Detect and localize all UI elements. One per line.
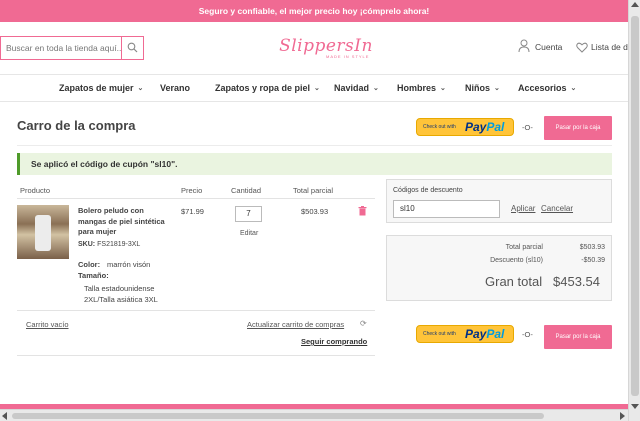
trash-icon[interactable] [358,206,367,216]
nav-label: Hombres [397,83,437,93]
nav-label: Navidad [334,83,370,93]
search-icon [127,42,138,53]
paypal-brand-b: Pal [486,327,505,341]
account-label: Cuenta [535,42,563,52]
col-header-price: Precio [181,186,203,195]
nav-item-accesorios[interactable]: Accesorios ⌄ [518,83,576,93]
discount-box: Códigos de descuento sl10 Aplicar Cancel… [386,179,612,223]
chevron-down-icon: ⌄ [373,85,379,92]
nav-label: Niños [465,83,491,93]
item-divider [17,310,375,311]
search-button[interactable] [121,37,143,59]
divider [17,145,612,146]
quantity-input[interactable]: 7 [235,206,262,222]
color-label: Color: [78,260,101,269]
paypal-brand-b: Pal [486,120,505,134]
scroll-thumb[interactable] [631,16,639,396]
nav-label: Verano [160,83,191,93]
size-value-1: Talla estadounidense [84,284,155,293]
sku-label: SKU: [78,241,96,248]
nav-item-zapatos-mujer[interactable]: Zapatos de mujer ⌄ [59,83,143,93]
paypal-brand-a: Pay [465,327,487,341]
product-sku: SKU: FS21819-3XL [78,241,140,248]
nav-item-verano[interactable]: Verano [160,83,190,93]
update-cart-link[interactable]: Actualizar carrito de compras [247,320,344,329]
sku-value: FS21819-3XL [97,241,141,248]
item-subtotal: $503.93 [301,207,329,216]
nav-label: Zapatos y ropa de piel [215,83,311,93]
paypal-logo: PayPal [465,120,504,134]
grand-total-label: Gran total [485,274,543,289]
scroll-down-icon[interactable] [631,404,639,409]
page-title: Carro de la compra [17,118,136,133]
horizontal-scrollbar[interactable] [0,409,628,421]
apply-discount-link[interactable]: Aplicar [511,204,535,213]
nav-label: Accesorios [518,83,567,93]
or-separator: -O- [522,330,533,339]
continue-shopping-link[interactable]: Seguir comprando [301,337,367,346]
item-price: $71.99 [181,207,204,216]
grand-total-value: $453.54 [553,274,600,289]
totals-box: Total parcial $503.93 Descuento (sl10) -… [386,235,612,301]
size-label: Tamaño: [78,271,109,280]
col-header-product: Producto [20,186,51,195]
logo-text: SlippersIn [279,36,373,56]
paypal-prefix: Check out with [423,331,456,337]
cancel-discount-link[interactable]: Cancelar [541,204,573,213]
paypal-checkout-button-bottom[interactable]: Check out with PayPal [416,325,514,343]
chevron-down-icon: ⌄ [494,85,500,92]
col-header-qty: Cantidad [231,186,262,195]
scroll-left-icon[interactable] [2,412,7,420]
chevron-down-icon: ⌄ [314,85,320,92]
paypal-logo: PayPal [465,327,504,341]
checkout-button[interactable]: Pasar por la caja [544,116,612,140]
heart-icon [576,42,588,53]
main-nav: Zapatos de mujer ⌄ Verano Zapatos y ropa … [0,74,628,102]
coupon-success-message: Se aplicó el código de cupón "sl10". [17,153,612,175]
discount-code-input[interactable]: sl10 [393,200,500,218]
hscroll-thumb[interactable] [12,413,544,419]
paypal-checkout-button[interactable]: Check out with PayPal [416,118,514,136]
paypal-prefix: Check out with [423,124,456,130]
nav-label: Zapatos de mujer [59,83,134,93]
discount-total-label: Descuento (sl10) [490,257,543,264]
size-value-2: 2XL/Talla asiática 3XL [84,295,158,304]
header-divider [17,198,375,199]
col-header-subtotal: Total parcial [293,186,334,195]
search-input[interactable] [1,37,121,59]
scroll-right-icon[interactable] [620,412,625,420]
nav-item-hombres[interactable]: Hombres ⌄ [397,83,446,93]
nav-item-zapatos-ropa-piel[interactable]: Zapatos y ropa de piel ⌄ [215,83,320,93]
promo-text: Seguro y confiable, el mejor precio hoy … [198,6,430,16]
discount-total-value: -$50.39 [581,257,605,264]
product-image[interactable] [17,205,69,259]
paypal-brand-a: Pay [465,120,487,134]
refresh-icon: ⟳ [360,319,367,328]
nav-item-navidad[interactable]: Navidad ⌄ [334,83,379,93]
color-value: marrón visón [107,260,151,269]
checkout-button-bottom[interactable]: Pasar por la caja [544,325,612,349]
vertical-scrollbar[interactable] [628,0,640,421]
product-name[interactable]: Bolero peludo con mangas de piel sintéti… [78,206,170,238]
subtotal-label: Total parcial [505,244,543,251]
search-box [0,36,144,60]
subtotal-value: $503.93 [579,244,605,251]
chevron-down-icon: ⌄ [440,85,446,92]
chevron-down-icon: ⌄ [570,85,577,92]
promo-bar: Seguro y confiable, el mejor precio hoy … [0,0,628,22]
user-icon [518,39,530,53]
edit-link[interactable]: Editar [240,230,258,237]
actions-divider [17,355,375,356]
chevron-down-icon: ⌄ [137,85,144,92]
nav-item-ninos[interactable]: Niños ⌄ [465,83,500,93]
empty-cart-link[interactable]: Carrito vacío [26,320,69,329]
logo-tagline: MADE IN STYLE [326,54,370,59]
wishlist-label: Lista de d [591,42,628,52]
or-separator: -O- [522,123,533,132]
logo[interactable]: SlippersIn MADE IN STYLE [278,36,374,64]
scroll-up-icon[interactable] [631,2,639,7]
discount-label: Códigos de descuento [393,187,463,194]
